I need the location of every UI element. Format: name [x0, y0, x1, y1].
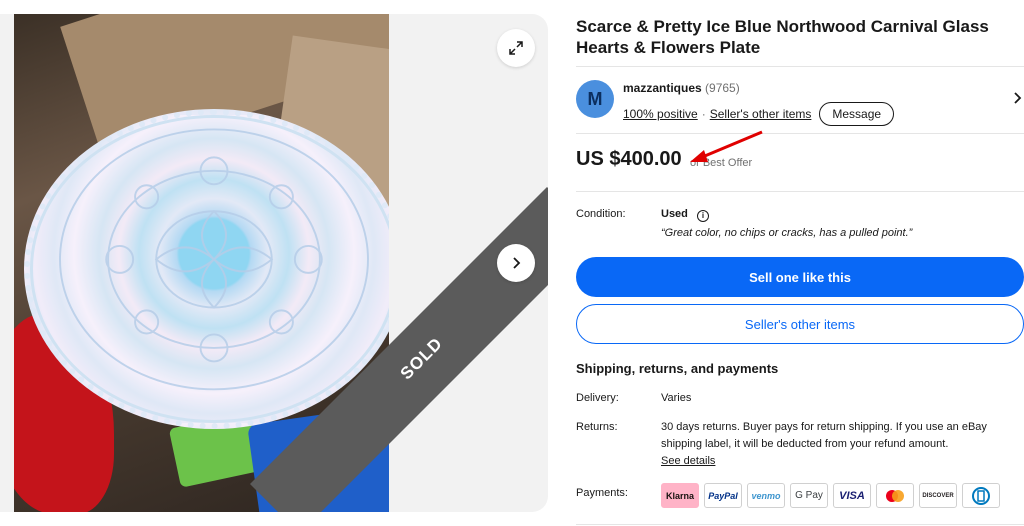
divider	[576, 524, 1024, 525]
condition-description: “Great color, no chips or cracks, has a …	[661, 227, 913, 239]
seller-feedback-count: (9765)	[705, 81, 740, 95]
payment-methods: Klarna PayPal venmo G Pay VISA DISCOVER	[661, 483, 1000, 508]
diners-logo	[972, 486, 990, 505]
venmo-icon: venmo	[747, 483, 785, 508]
payments-label: Payments:	[576, 487, 628, 499]
diners-icon	[962, 483, 1000, 508]
returns-label: Returns:	[576, 421, 618, 433]
visa-icon: VISA	[833, 483, 871, 508]
google-pay-icon: G Pay	[790, 483, 828, 508]
image-gallery: SOLD	[0, 14, 548, 512]
message-button[interactable]: Message	[819, 102, 895, 126]
paypal-icon: PayPal	[704, 483, 742, 508]
seller-links: 100% positive · Seller's other items Mes…	[623, 102, 895, 126]
see-details-link[interactable]: See details	[661, 455, 715, 467]
delivery-label: Delivery:	[576, 392, 619, 404]
mastercard-logo	[886, 489, 904, 502]
sell-one-like-this-button[interactable]: Sell one like this	[576, 257, 1024, 297]
chevron-right-icon[interactable]	[1012, 91, 1024, 105]
glass-plate	[24, 109, 389, 429]
delivery-value: Varies	[661, 392, 692, 404]
returns-line-2: shipping label, it will be deducted from…	[661, 438, 949, 450]
returns-line-1: 30 days returns. Buyer pays for return s…	[661, 421, 987, 433]
seller-avatar: M	[576, 80, 614, 118]
price-section: US $400.00 or Best Offer	[576, 130, 1024, 192]
chevron-right-icon	[513, 257, 521, 269]
seller-other-items-link[interactable]: Seller's other items	[710, 107, 812, 121]
red-arrow-annotation	[690, 130, 763, 162]
plate-pattern	[59, 128, 369, 391]
condition-value: Used	[661, 208, 688, 220]
discover-icon: DISCOVER	[919, 483, 957, 508]
seller-name-line: mazzantiques (9765)	[623, 81, 740, 95]
condition-label: Condition:	[576, 208, 626, 220]
seller-name[interactable]: mazzantiques	[623, 81, 702, 95]
klarna-icon: Klarna	[661, 483, 699, 508]
seller-other-items-button[interactable]: Seller's other items	[576, 304, 1024, 344]
expand-icon	[509, 41, 523, 55]
seller-card[interactable]: M mazzantiques (9765) 100% positive · Se…	[576, 66, 1024, 134]
positive-feedback-link[interactable]: 100% positive	[623, 107, 698, 121]
separator: ·	[701, 107, 706, 121]
item-price: US $400.00	[576, 148, 682, 170]
mastercard-icon	[876, 483, 914, 508]
sold-label: SOLD	[396, 333, 447, 384]
shipping-section-title: Shipping, returns, and payments	[576, 361, 779, 376]
info-icon[interactable]: i	[696, 209, 709, 222]
item-title: Scarce & Pretty Ice Blue Northwood Carni…	[576, 17, 989, 57]
expand-image-button[interactable]	[497, 29, 535, 67]
condition-value-line: Used i	[661, 208, 709, 222]
next-image-button[interactable]	[497, 244, 535, 282]
